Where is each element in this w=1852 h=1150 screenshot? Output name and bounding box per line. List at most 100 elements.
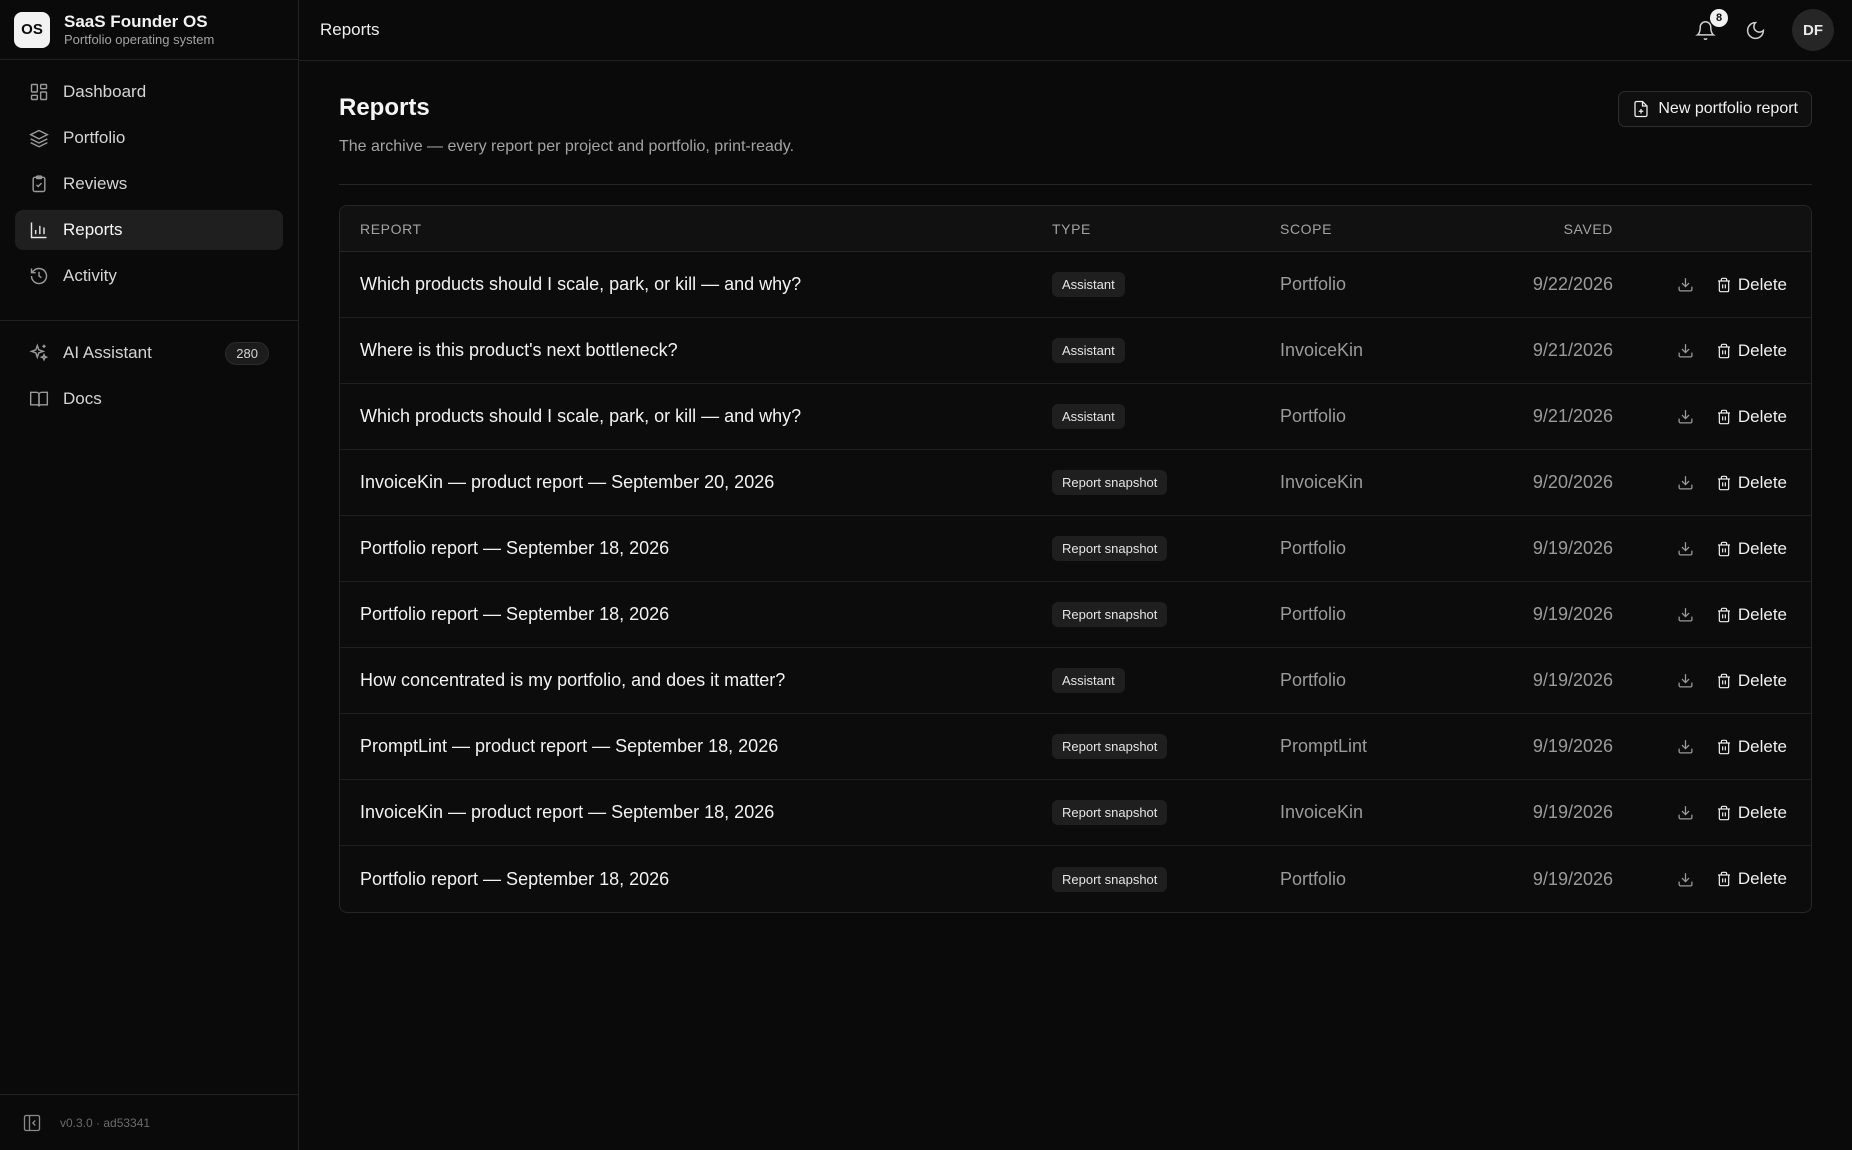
page-description: The archive — every report per project a… xyxy=(339,138,795,155)
delete-button[interactable]: Delete xyxy=(1716,737,1787,757)
primary-nav: Dashboard Portfolio Reviews Reports Acti… xyxy=(0,60,298,308)
sidebar-item-dashboard[interactable]: Dashboard xyxy=(15,72,283,112)
report-saved-date: 9/22/2026 xyxy=(1532,274,1613,294)
download-button[interactable] xyxy=(1677,871,1694,888)
download-icon xyxy=(1678,410,1693,424)
download-button[interactable] xyxy=(1677,474,1694,491)
report-title[interactable]: Which products should I scale, park, or … xyxy=(340,406,1052,427)
sidebar-item-label: Reports xyxy=(63,220,123,239)
report-saved-date: 9/21/2026 xyxy=(1532,340,1613,360)
page-header: Reports The archive — every report per p… xyxy=(339,91,1812,156)
table-row[interactable]: Portfolio report — September 18, 2026 Re… xyxy=(340,846,1811,912)
delete-button[interactable]: Delete xyxy=(1716,341,1787,361)
report-saved-date: 9/19/2026 xyxy=(1532,736,1613,756)
page-content: Reports The archive — every report per p… xyxy=(299,61,1852,913)
trash-icon xyxy=(1717,343,1730,358)
download-button[interactable] xyxy=(1677,606,1694,623)
report-title[interactable]: How concentrated is my portfolio, and do… xyxy=(340,670,1052,691)
report-title[interactable]: PromptLint — product report — September … xyxy=(340,736,1052,757)
report-title[interactable]: Which products should I scale, park, or … xyxy=(340,274,1052,295)
sidebar-item-ai-assistant[interactable]: AI Assistant 280 xyxy=(15,333,283,373)
table-row[interactable]: InvoiceKin — product report — September … xyxy=(340,780,1811,846)
delete-label: Delete xyxy=(1737,340,1787,360)
secondary-nav: AI Assistant 280 Docs xyxy=(0,321,298,431)
delete-button[interactable]: Delete xyxy=(1716,605,1787,625)
delete-button[interactable]: Delete xyxy=(1716,275,1787,295)
sidebar-item-reports[interactable]: Reports xyxy=(15,210,283,250)
delete-button[interactable]: Delete xyxy=(1716,407,1787,427)
download-button[interactable] xyxy=(1677,408,1694,425)
table-row[interactable]: Which products should I scale, park, or … xyxy=(340,384,1811,450)
table-row[interactable]: Portfolio report — September 18, 2026 Re… xyxy=(340,516,1811,582)
delete-label: Delete xyxy=(1737,538,1787,558)
report-title[interactable]: Portfolio report — September 18, 2026 xyxy=(340,604,1052,625)
report-scope: Portfolio xyxy=(1280,406,1347,426)
report-saved-date: 9/19/2026 xyxy=(1532,604,1613,624)
table-row[interactable]: Where is this product's next bottleneck?… xyxy=(340,318,1811,384)
user-avatar[interactable]: DF xyxy=(1792,9,1834,51)
report-title[interactable]: Where is this product's next bottleneck? xyxy=(340,340,1052,361)
delete-button[interactable]: Delete xyxy=(1716,473,1787,493)
theme-toggle-button[interactable] xyxy=(1742,17,1768,43)
sidebar-item-label: Docs xyxy=(63,389,102,408)
trash-icon xyxy=(1717,475,1730,490)
table-body: Which products should I scale, park, or … xyxy=(340,252,1811,912)
report-scope: Portfolio xyxy=(1280,274,1347,294)
column-header-scope: Scope xyxy=(1280,220,1333,237)
download-button[interactable] xyxy=(1677,540,1694,557)
delete-button[interactable]: Delete xyxy=(1716,869,1787,889)
report-saved-date: 9/21/2026 xyxy=(1532,406,1613,426)
brand-logo: OS xyxy=(14,11,50,48)
type-badge: Report snapshot xyxy=(1052,734,1168,759)
report-title[interactable]: Portfolio report — September 18, 2026 xyxy=(340,538,1052,559)
sidebar-item-label: Portfolio xyxy=(63,128,126,147)
column-header-report: Report xyxy=(360,220,422,237)
table-row[interactable]: How concentrated is my portfolio, and do… xyxy=(340,648,1811,714)
download-button[interactable] xyxy=(1677,804,1694,821)
sidebar-item-activity[interactable]: Activity xyxy=(15,256,283,296)
download-icon xyxy=(1678,608,1693,622)
new-portfolio-report-label: New portfolio report xyxy=(1658,100,1798,117)
sidebar: OS SaaS Founder OS Portfolio operating s… xyxy=(0,0,299,1150)
notifications-button[interactable]: 8 xyxy=(1692,9,1728,43)
table-row[interactable]: InvoiceKin — product report — September … xyxy=(340,450,1811,516)
delete-button[interactable]: Delete xyxy=(1716,803,1787,823)
topbar-actions: 8 DF xyxy=(1692,9,1834,51)
type-badge: Assistant xyxy=(1052,272,1125,297)
ai-credits-badge: 280 xyxy=(225,341,269,365)
type-badge: Assistant xyxy=(1052,404,1125,429)
sidebar-footer: v0.3.0 · ad53341 xyxy=(0,1094,298,1150)
delete-label: Delete xyxy=(1737,274,1787,294)
delete-button[interactable]: Delete xyxy=(1716,671,1787,691)
sidebar-item-portfolio[interactable]: Portfolio xyxy=(15,118,283,158)
table-row[interactable]: PromptLint — product report — September … xyxy=(340,714,1811,780)
download-button[interactable] xyxy=(1677,276,1694,293)
download-icon xyxy=(1678,476,1693,490)
download-icon xyxy=(1678,674,1693,688)
download-icon xyxy=(1678,872,1693,887)
table-row[interactable]: Portfolio report — September 18, 2026 Re… xyxy=(340,582,1811,648)
report-scope: InvoiceKin xyxy=(1280,802,1364,822)
sidebar-item-label: Dashboard xyxy=(63,82,147,101)
report-scope: InvoiceKin xyxy=(1280,472,1364,492)
new-portfolio-report-button[interactable]: New portfolio report xyxy=(1618,91,1812,127)
sidebar-item-reviews[interactable]: Reviews xyxy=(15,164,283,204)
report-title[interactable]: InvoiceKin — product report — September … xyxy=(340,802,1052,823)
report-scope: InvoiceKin xyxy=(1280,340,1364,360)
delete-label: Delete xyxy=(1737,604,1787,624)
report-title[interactable]: Portfolio report — September 18, 2026 xyxy=(340,869,1052,890)
sidebar-item-docs[interactable]: Docs xyxy=(15,379,283,419)
dashboard-grid-icon xyxy=(30,83,48,101)
collapse-sidebar-button[interactable] xyxy=(22,1113,42,1133)
version-label: v0.3.0 · ad53341 xyxy=(60,1115,151,1130)
download-button[interactable] xyxy=(1677,342,1694,359)
delete-button[interactable]: Delete xyxy=(1716,539,1787,559)
download-button[interactable] xyxy=(1677,738,1694,755)
table-row[interactable]: Which products should I scale, park, or … xyxy=(340,252,1811,318)
bar-chart-icon xyxy=(30,222,47,239)
report-saved-date: 9/20/2026 xyxy=(1532,472,1613,492)
type-badge: Report snapshot xyxy=(1052,800,1168,825)
download-button[interactable] xyxy=(1677,672,1694,689)
report-title[interactable]: InvoiceKin — product report — September … xyxy=(340,472,1052,493)
layers-icon xyxy=(29,129,49,148)
